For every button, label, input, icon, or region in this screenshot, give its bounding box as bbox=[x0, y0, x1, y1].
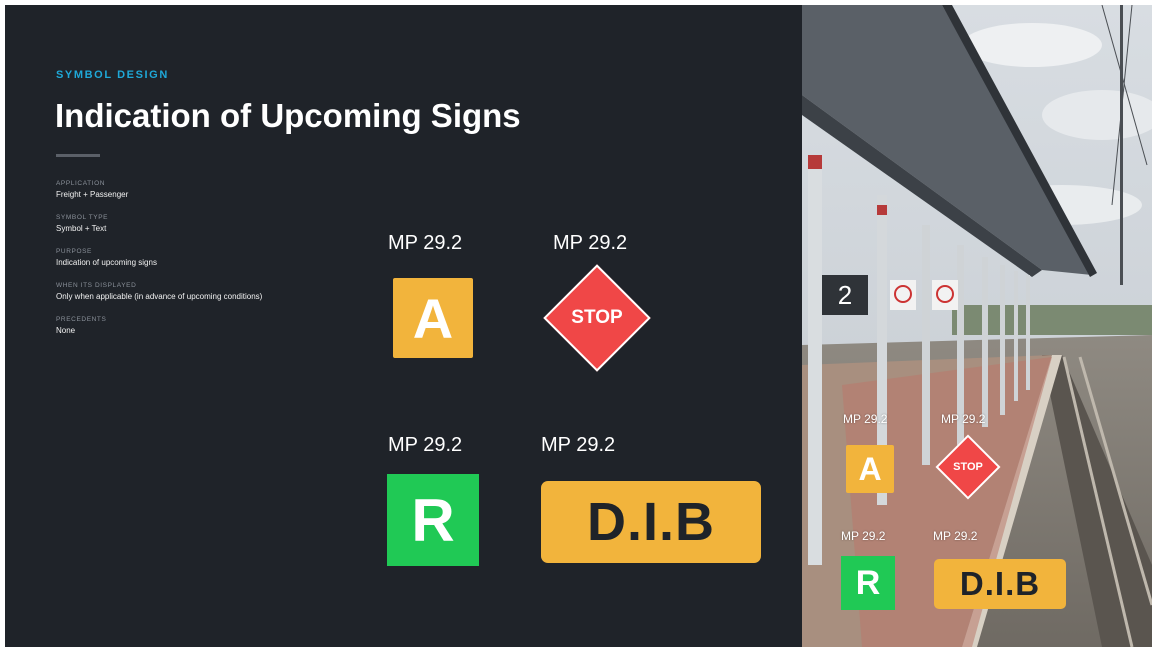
sign-a-milepost: MP 29.2 bbox=[388, 232, 463, 254]
sign-r-icon: R bbox=[387, 474, 479, 566]
overlay-stop-milepost: MP 29.2 bbox=[941, 412, 986, 426]
overlay-sign-a-letter: A bbox=[858, 450, 882, 487]
page-title: Indication of Upcoming Signs bbox=[55, 97, 521, 134]
meta-label: SYMBOL TYPE bbox=[56, 214, 109, 221]
overlay-sign-dib-icon: D.I.B bbox=[934, 559, 1066, 609]
overlay-stop-sign-icon: STOP bbox=[934, 433, 1002, 501]
stop-label: STOP bbox=[571, 307, 623, 328]
sign-a-icon: A bbox=[393, 278, 473, 358]
meta-label: WHEN ITS DISPLAYED bbox=[56, 282, 137, 289]
overlay-a-milepost: MP 29.2 bbox=[843, 412, 888, 426]
station-photo: 2 MP 29.2 A MP 29.2 STOP MP 29.2 R MP 29… bbox=[802, 5, 1152, 647]
platform-number: 2 bbox=[837, 279, 853, 310]
overlay-sign-a-icon: A bbox=[846, 445, 894, 493]
sign-a-letter: A bbox=[412, 286, 454, 350]
overlay-r-milepost: MP 29.2 bbox=[841, 529, 886, 543]
slide-panel: SYMBOL DESIGN Indication of Upcoming Sig… bbox=[5, 5, 802, 647]
meta-value: Indication of upcoming signs bbox=[56, 258, 157, 267]
meta-value: Freight + Passenger bbox=[56, 190, 129, 199]
meta-purpose: PURPOSE Indication of upcoming signs bbox=[56, 247, 356, 269]
meta-value: Only when applicable (in advance of upco… bbox=[56, 292, 263, 301]
sign-stop-milepost: MP 29.2 bbox=[553, 232, 628, 254]
sign-dib-milepost: MP 29.2 bbox=[541, 434, 616, 456]
meta-application: APPLICATION Freight + Passenger bbox=[56, 179, 356, 201]
overlay-dib-milepost: MP 29.2 bbox=[933, 529, 978, 543]
overlay-sign-r-icon: R bbox=[841, 556, 895, 610]
overlay-stop-label: STOP bbox=[953, 461, 983, 473]
meta-list: APPLICATION Freight + Passenger SYMBOL T… bbox=[56, 179, 356, 349]
meta-symbol-type: SYMBOL TYPE Symbol + Text bbox=[56, 213, 356, 235]
meta-when-displayed: WHEN ITS DISPLAYED Only when applicable … bbox=[56, 281, 356, 303]
sign-dib-text: D.I.B bbox=[586, 492, 715, 552]
meta-precedents: PRECEDENTS None bbox=[56, 315, 356, 337]
meta-value: Symbol + Text bbox=[56, 224, 107, 233]
sign-dib-icon: D.I.B bbox=[541, 481, 761, 563]
overlay-sign-r-letter: R bbox=[855, 563, 881, 602]
sign-r-letter: R bbox=[411, 486, 455, 554]
meta-label: APPLICATION bbox=[56, 180, 106, 187]
station-photo-illustration bbox=[802, 5, 1152, 647]
meta-label: PRECEDENTS bbox=[56, 316, 107, 323]
section-eyebrow: SYMBOL DESIGN bbox=[56, 69, 169, 81]
title-divider bbox=[56, 154, 100, 157]
meta-value: None bbox=[56, 326, 76, 335]
meta-label: PURPOSE bbox=[56, 248, 92, 255]
stop-sign-icon: STOP bbox=[542, 263, 652, 373]
overlay-sign-dib-text: D.I.B bbox=[959, 565, 1041, 602]
sign-r-milepost: MP 29.2 bbox=[388, 434, 463, 456]
